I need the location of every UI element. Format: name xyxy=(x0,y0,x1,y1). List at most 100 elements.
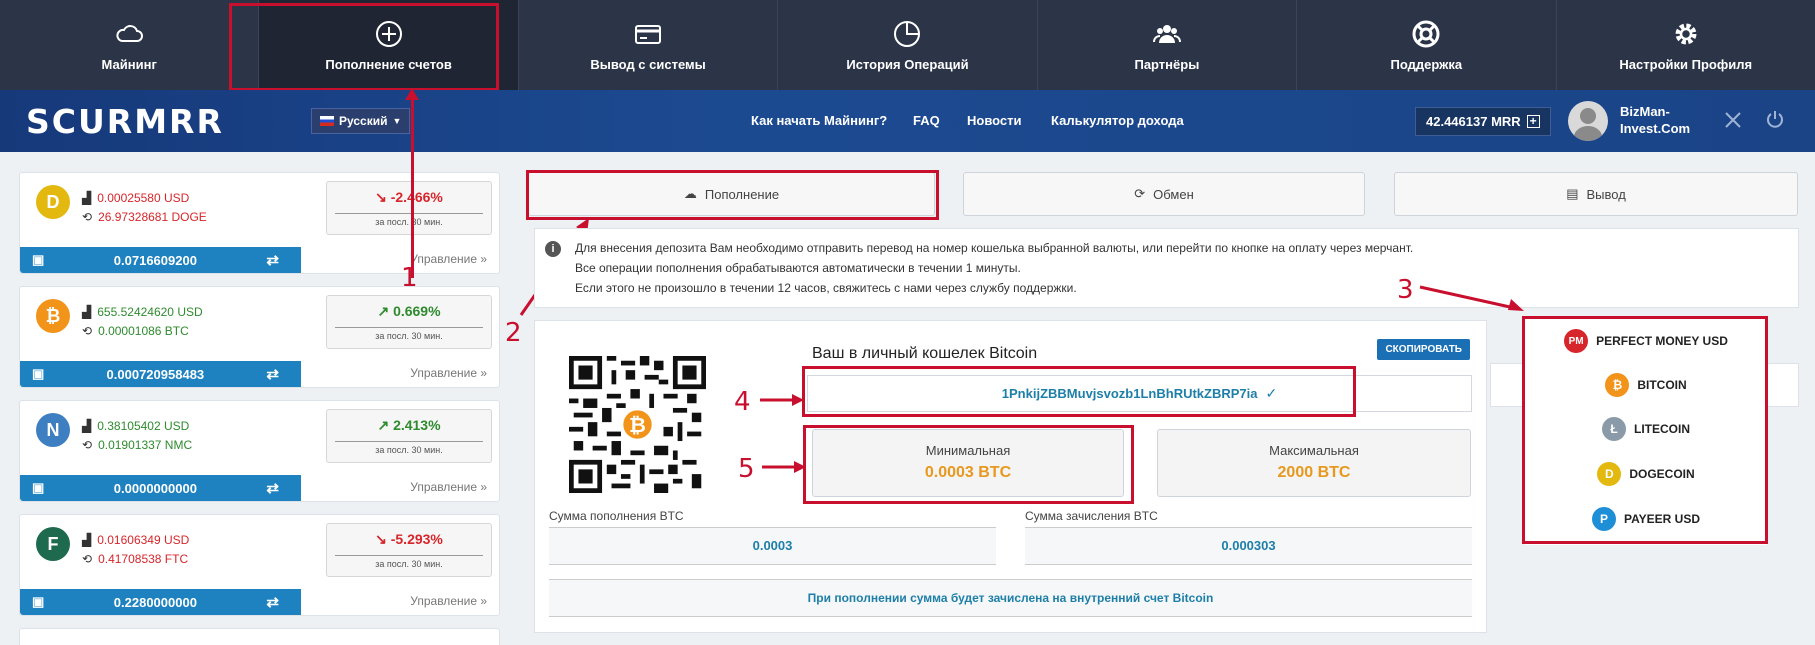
coin-card-doge: D ▟ 0.00025580 USD ⟲ 26.97328681 DOGE ↘ -2… xyxy=(19,172,500,274)
annotation-box-address xyxy=(802,366,1356,417)
qr-code: ₿ xyxy=(569,356,706,493)
wallet-bar[interactable]: ▣ 0.0000000000 ⇄ xyxy=(20,475,301,501)
wallet-bar[interactable]: ▣ 0.000720958483 ⇄ xyxy=(20,361,301,387)
plus-square-icon[interactable]: + xyxy=(1526,115,1540,128)
history-icon: ⟲ xyxy=(82,210,93,224)
wallet-balance: 0.0000000000 xyxy=(113,480,197,496)
wallet-balance: 0.0716609200 xyxy=(113,252,197,268)
annotation-arrow-4 xyxy=(760,394,804,406)
history-icon: ⟲ xyxy=(82,438,93,452)
info-line-3: Если этого не произошло в течении 12 час… xyxy=(575,281,1077,295)
wallet-balance: 0.000720958483 xyxy=(106,366,205,382)
trend-down-icon: ↘ xyxy=(375,189,391,205)
wallet-icon: ▣ xyxy=(32,366,45,381)
exchange-icon[interactable]: ⇄ xyxy=(266,251,279,269)
nav-partners[interactable]: Партнёры xyxy=(1038,0,1298,90)
coin-amount: 0.01901337 NMC xyxy=(98,438,193,452)
manage-link[interactable]: Управление » xyxy=(410,594,487,608)
coin-usd-price: 0.38105402 USD xyxy=(97,419,190,433)
wallet-title: Ваш в личный кошелек Bitcoin xyxy=(812,345,1038,362)
namecoin-icon: N xyxy=(36,413,70,447)
nav-withdraw-label: Вывод с системы xyxy=(590,56,706,72)
logo[interactable]: SCURMRR xyxy=(26,102,224,141)
nav-history[interactable]: История Операций xyxy=(778,0,1038,90)
bar-chart-icon: ▟ xyxy=(82,305,92,319)
annotation-label-4: 4 xyxy=(734,387,751,417)
users-icon xyxy=(1152,24,1181,43)
link-how-to-start[interactable]: Как начать Майнинг? xyxy=(751,113,887,128)
coin-card-ftc: F ▟ 0.01606349 USD ⟲ 0.41708538 FTC ↘ -5.2… xyxy=(19,514,500,616)
annotation-label-1: 1 xyxy=(401,263,418,293)
power-icon[interactable] xyxy=(1765,109,1785,129)
nav-support-label: Поддержка xyxy=(1390,56,1463,72)
info-box: i Для внесения депозита Вам необходимо о… xyxy=(534,228,1799,308)
balance-value: 42.446137 MRR xyxy=(1426,114,1521,129)
copy-button[interactable]: СКОПИРОВАТЬ xyxy=(1377,339,1470,360)
nav-support[interactable]: Поддержка xyxy=(1297,0,1557,90)
annotation-box-currencies xyxy=(1522,316,1768,544)
nav-settings-label: Настройки Профиля xyxy=(1619,56,1753,72)
coin-amount: 0.41708538 FTC xyxy=(98,552,189,566)
flag-ru-icon xyxy=(320,116,334,126)
bar-chart-icon: ▟ xyxy=(82,419,92,433)
coin-usd-price: 0.01606349 USD xyxy=(97,533,190,547)
wallet-bar[interactable]: ▣ 0.0716609200 ⇄ xyxy=(20,247,301,273)
wallet-balance: 0.2280000000 xyxy=(113,594,197,610)
link-news[interactable]: Новости xyxy=(967,113,1022,128)
balance-display[interactable]: 42.446137 MRR + xyxy=(1415,107,1551,136)
annotation-arrow-3 xyxy=(1419,285,1524,311)
annotation-label-5: 5 xyxy=(738,454,755,484)
max-value: 2000 BTC xyxy=(1277,464,1351,481)
change-value: 0.669% xyxy=(393,303,441,319)
coin-usd-price: 655.52424620 USD xyxy=(97,305,203,319)
change-box: ↘ -2.466% за посл. 30 мин. xyxy=(326,181,492,235)
manage-link[interactable]: Управление » xyxy=(410,480,487,494)
refresh-icon: ⟳ xyxy=(1134,186,1146,201)
wallet-bar[interactable]: ▣ 0.2280000000 ⇄ xyxy=(20,589,301,615)
history-icon: ⟲ xyxy=(82,552,93,566)
change-box: ↗ 2.413% за посл. 30 мин. xyxy=(326,409,492,463)
caret-down-icon: ▼ xyxy=(392,116,402,126)
change-value: 2.413% xyxy=(393,417,441,433)
lifebuoy-icon xyxy=(1412,20,1440,47)
manage-link[interactable]: Управление » xyxy=(410,366,487,380)
trend-down-icon: ↘ xyxy=(375,531,391,547)
tab-withdraw[interactable]: ▤ Вывод xyxy=(1394,172,1798,216)
tab-withdraw-label: Вывод xyxy=(1586,186,1626,202)
change-value: -5.293% xyxy=(390,531,443,547)
info-line-2: Все операции пополнения обрабатываются а… xyxy=(575,261,1021,275)
coin-card-partial xyxy=(19,628,500,645)
deposit-note: При пополнении сумма будет зачислена на … xyxy=(549,579,1472,617)
dogecoin-icon: D xyxy=(36,185,70,219)
exchange-icon[interactable]: ⇄ xyxy=(266,479,279,497)
chart-pie-icon xyxy=(894,20,921,47)
cash-register-icon: ▤ xyxy=(1566,186,1579,201)
history-icon: ⟲ xyxy=(82,324,93,338)
bar-chart-icon: ▟ xyxy=(82,533,92,547)
manage-link[interactable]: Управление » xyxy=(410,252,487,266)
coin-amount: 26.97328681 DOGE xyxy=(98,210,207,224)
close-icon[interactable] xyxy=(1723,110,1743,130)
nav-settings[interactable]: Настройки Профиля xyxy=(1557,0,1815,90)
avatar[interactable] xyxy=(1568,101,1608,141)
wallet-icon: ▣ xyxy=(32,480,45,495)
coin-usd-price: 0.00025580 USD xyxy=(97,191,190,205)
credit-sum-label: Сумма зачисления BTC xyxy=(1025,509,1158,523)
exchange-icon[interactable]: ⇄ xyxy=(266,365,279,383)
info-line-1: Для внесения депозита Вам необходимо отп… xyxy=(575,241,1414,255)
nav-withdraw[interactable]: Вывод с системы xyxy=(519,0,779,90)
header-bar: SCURMRR Русский ▼ Как начать Майнинг? FA… xyxy=(0,90,1815,152)
language-select[interactable]: Русский ▼ xyxy=(311,108,411,134)
link-calculator[interactable]: Калькулятор дохода xyxy=(1051,113,1184,128)
annotation-box-nav xyxy=(229,3,499,91)
feathercoin-icon: F xyxy=(36,527,70,561)
nav-mining[interactable]: Майнинг xyxy=(0,0,260,90)
change-box: ↘ -5.293% за посл. 30 мин. xyxy=(326,523,492,577)
exchange-icon[interactable]: ⇄ xyxy=(266,593,279,611)
tab-exchange[interactable]: ⟳ Обмен xyxy=(963,172,1365,216)
trend-up-icon: ↗ xyxy=(377,417,394,433)
coin-card-nmc: N ▟ 0.38105402 USD ⟲ 0.01901337 NMC ↗ 2.41… xyxy=(19,400,500,502)
deposit-sum-input[interactable]: 0.0003 xyxy=(549,527,996,565)
username[interactable]: BizMan-Invest.Com xyxy=(1620,103,1700,137)
link-faq[interactable]: FAQ xyxy=(913,113,940,128)
